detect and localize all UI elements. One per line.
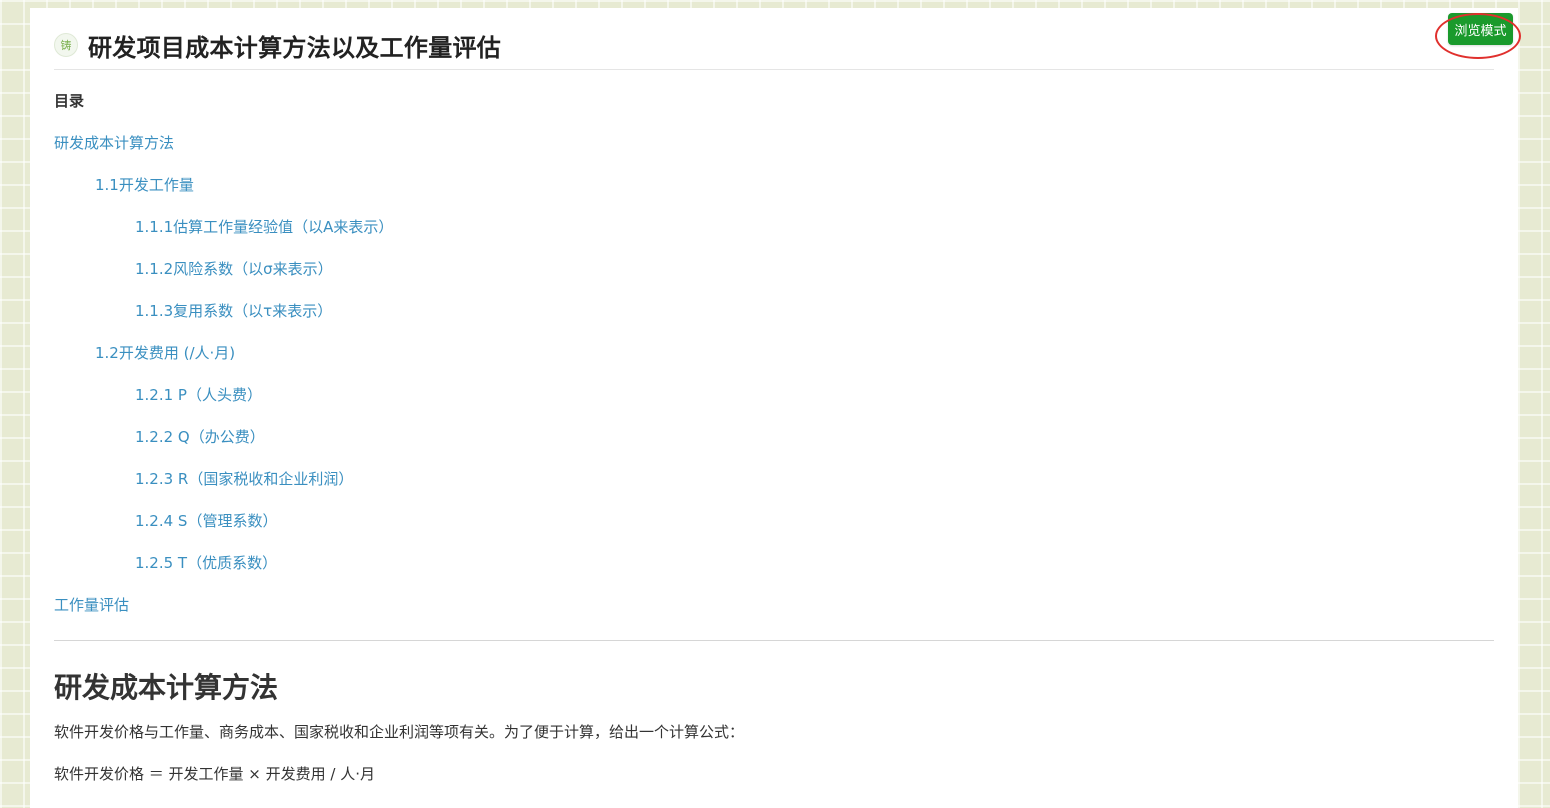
article-header: 铸 研发项目成本计算方法以及工作量评估 <box>54 23 1494 67</box>
toc-heading: 目录 <box>54 92 85 110</box>
toc-item-reuse-factor[interactable]: 1.1.3复用系数（以τ来表示） <box>135 300 332 321</box>
toc-item-workload-evaluation[interactable]: 工作量评估 <box>54 594 129 615</box>
toc-item-risk-factor[interactable]: 1.1.2风险系数（以σ来表示） <box>135 258 333 279</box>
toc-item-dev-cost[interactable]: 1.2开发费用 (/人·月) <box>95 342 235 363</box>
section-heading: 研发成本计算方法 <box>54 671 279 704</box>
article-card: 铸 研发项目成本计算方法以及工作量评估 浏览模式 目录 研发成本计算方法 1.1… <box>30 8 1521 808</box>
browse-mode-button[interactable]: 浏览模式 <box>1448 13 1513 45</box>
toc-divider <box>54 640 1494 641</box>
title-divider <box>54 69 1494 70</box>
toc-item-p-headcount[interactable]: 1.2.1 P（人头费） <box>135 384 262 405</box>
toc-item-t-quality[interactable]: 1.2.5 T（优质系数） <box>135 552 277 573</box>
toc-item-s-management[interactable]: 1.2.4 S（管理系数） <box>135 510 277 531</box>
intro-paragraph: 软件开发价格与工作量、商务成本、国家税收和企业利润等项有关。为了便于计算，给出一… <box>54 723 745 741</box>
page-title: 研发项目成本计算方法以及工作量评估 <box>88 33 502 62</box>
toc-item-workload-estimate[interactable]: 1.1.1估算工作量经验值（以A来表示） <box>135 216 393 237</box>
toc-item-dev-workload[interactable]: 1.1开发工作量 <box>95 174 194 195</box>
original-badge-icon: 铸 <box>54 33 78 57</box>
formula-paragraph: 软件开发价格 ＝ 开发工作量 × 开发费用 / 人·月 <box>54 765 376 783</box>
toc-item-r-tax-profit[interactable]: 1.2.3 R（国家税收和企业利润） <box>135 468 353 489</box>
toc-item-q-office[interactable]: 1.2.2 Q（办公费） <box>135 426 265 447</box>
toc-item-rd-cost-method[interactable]: 研发成本计算方法 <box>54 132 174 153</box>
